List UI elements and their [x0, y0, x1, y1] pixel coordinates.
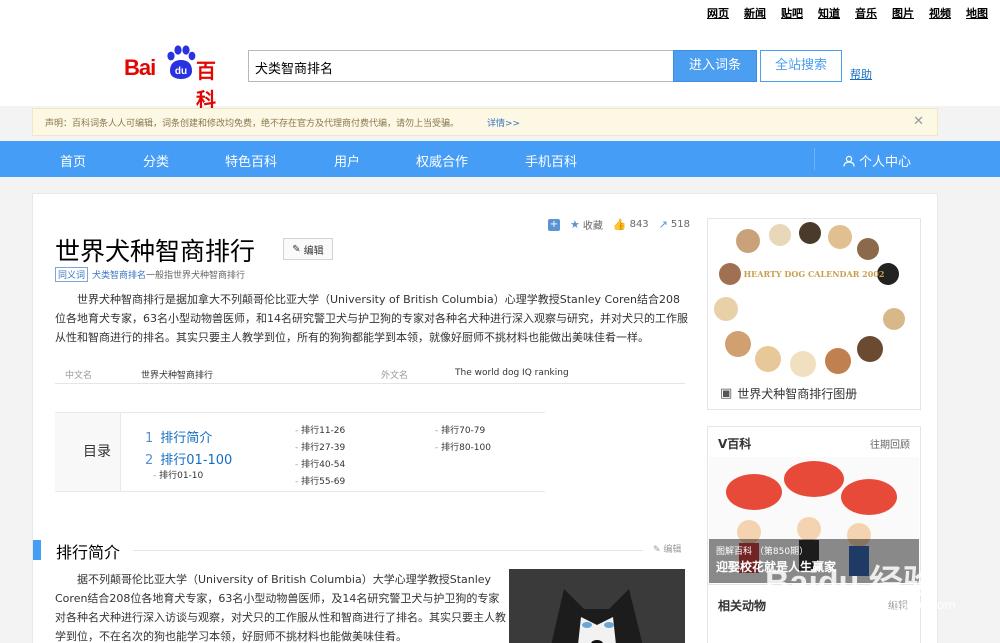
- top-link-tieba[interactable]: 贴吧: [781, 5, 803, 21]
- collect-label: 收藏: [582, 221, 603, 232]
- top-link-zhidao[interactable]: 知道: [818, 5, 840, 21]
- nav-category[interactable]: 分类: [143, 151, 169, 170]
- close-icon[interactable]: ✕: [913, 114, 924, 129]
- toc-item-number: 1: [145, 431, 154, 446]
- help-link[interactable]: 帮助: [850, 66, 872, 82]
- section-title: 排行简介: [56, 543, 121, 562]
- notice-more-link[interactable]: 详情>>: [487, 116, 520, 129]
- past-issues-link[interactable]: 往期回顾: [870, 436, 910, 451]
- synonym-rest: 一般指世界犬种智商排行: [146, 271, 246, 281]
- nav-authority[interactable]: 权威合作: [416, 151, 468, 170]
- share-icon: ↗: [658, 218, 668, 231]
- related-animals-title: 相关动物: [718, 599, 767, 613]
- entry-actions: + ★ 收藏 👍 843 ↗ 518: [548, 217, 690, 232]
- thumbs-up-icon: 👍: [612, 218, 627, 231]
- watermark-url: jingyan.baidu.com: [845, 598, 956, 612]
- toc-subitem[interactable]: 排行01-10: [153, 468, 203, 481]
- toc-item-number: 2: [145, 453, 154, 468]
- section-edit-label: 编辑: [663, 545, 682, 555]
- top-link-news[interactable]: 新闻: [744, 5, 766, 21]
- toc-title: 目录: [83, 444, 111, 460]
- logo-baike: 百科: [196, 59, 216, 112]
- section-edit-button[interactable]: ✎ 编辑: [653, 542, 681, 555]
- logo-bai: Bai: [124, 55, 156, 80]
- v-baike-title: V百科: [718, 437, 752, 451]
- baidu-baike-logo[interactable]: Bai du 百科: [124, 42, 234, 112]
- top-link-map[interactable]: 地图: [966, 5, 988, 21]
- nav-divider: [814, 148, 815, 170]
- search-input[interactable]: 犬类智商排名: [248, 50, 674, 82]
- synonym-line: 同义词 犬类智商排名 一般指世界犬种智商排行: [55, 267, 245, 282]
- nav-user-center[interactable]: 个人中心: [843, 151, 911, 170]
- toc-subitem[interactable]: 排行80-100: [435, 440, 491, 453]
- toc-subitem[interactable]: 排行11-26: [295, 423, 345, 436]
- main-nav: 首页 分类 特色百科 用户 权威合作 手机百科 个人中心: [0, 141, 1000, 177]
- top-link-web[interactable]: 网页: [707, 5, 729, 21]
- top-links: 网页 新闻 贴吧 知道 音乐 图片 视频 地图: [707, 5, 988, 21]
- top-bar: 网页 新闻 贴吧 知道 音乐 图片 视频 地图: [0, 0, 1000, 24]
- user-center-label: 个人中心: [859, 155, 912, 170]
- pencil-icon: ✎: [292, 243, 301, 255]
- toc-subitem[interactable]: 排行70-79: [435, 423, 485, 436]
- nav-users[interactable]: 用户: [334, 151, 360, 170]
- collect-button[interactable]: ★ 收藏: [570, 217, 603, 232]
- notice-text: 声明：百科词条人人可编辑，词条创建和修改均免费，绝不存在官方及代理商付费代编，请…: [45, 119, 460, 129]
- basic-info: 中文名 世界犬种智商排行 外文名 The world dog IQ rankin…: [55, 362, 685, 384]
- toc-header: 目录: [55, 413, 121, 491]
- page-title: 世界犬种智商排行: [55, 237, 256, 266]
- like-count: 843: [629, 219, 649, 230]
- toc-subitem[interactable]: 排行27-39: [295, 440, 345, 453]
- toc-subitem[interactable]: 排行40-54: [295, 457, 345, 470]
- table-of-contents: 目录 1 排行简介 2 排行01-100 排行01-10 排行11-26 排行27-…: [55, 412, 545, 492]
- husky-photo: [509, 569, 685, 643]
- toc-item[interactable]: 1 排行简介: [145, 427, 212, 446]
- star-icon: ★: [570, 218, 580, 231]
- toc-item-label: 排行01-100: [160, 453, 233, 468]
- top-link-video[interactable]: 视频: [929, 5, 951, 21]
- add-icon[interactable]: +: [548, 218, 560, 231]
- top-link-images[interactable]: 图片: [892, 5, 914, 21]
- site-search-button[interactable]: 全站搜索: [760, 50, 842, 82]
- baidu-jingyan-watermark: Baidu 经验: [765, 564, 937, 602]
- nav-mobile[interactable]: 手机百科: [525, 151, 577, 170]
- top-link-music[interactable]: 音乐: [855, 5, 877, 21]
- v-baike-tag-label: 图解百科: [716, 547, 753, 557]
- user-icon: [843, 155, 855, 167]
- section-paragraph: 据不列颠哥伦比亚大学（University of British Columbi…: [55, 573, 506, 643]
- calendar-text: HEARTY DOG CALENDAR 2002: [744, 269, 885, 279]
- nav-featured[interactable]: 特色百科: [225, 151, 277, 170]
- paw-icon: du: [167, 45, 196, 79]
- section-divider: [133, 550, 643, 551]
- like-button[interactable]: 👍 843: [613, 218, 649, 231]
- info-value: 世界犬种智商排行: [141, 371, 214, 381]
- album-caption-label: 世界犬种智商排行图册: [737, 387, 858, 401]
- info-value: The world dog IQ ranking: [455, 368, 569, 378]
- synonym-link[interactable]: 犬类智商排名: [92, 268, 146, 281]
- section-header: 排行简介 ✎ 编辑: [33, 539, 693, 562]
- photo-album-card[interactable]: HEARTY DOG CALENDAR 2002 ▣ 世界犬种智商排行图册: [707, 218, 921, 410]
- edit-label: 编辑: [303, 245, 324, 257]
- toc-item[interactable]: 2 排行01-100: [145, 449, 232, 468]
- share-button[interactable]: ↗ 518: [659, 218, 690, 231]
- toc-item-label: 排行简介: [160, 431, 213, 446]
- album-caption: ▣ 世界犬种智商排行图册: [720, 385, 857, 402]
- header: Bai du 百科 犬类智商排名 进入词条 全站搜索 帮助: [0, 24, 1000, 112]
- info-key: 外文名: [381, 371, 409, 381]
- gallery-icon: ▣: [720, 386, 733, 401]
- notice-bar: 声明：百科词条人人可编辑，词条创建和修改均免费，绝不存在官方及代理商付费代编，请…: [32, 108, 938, 136]
- toc-subitem[interactable]: 排行55-69: [295, 474, 345, 487]
- enter-entry-button[interactable]: 进入词条: [673, 50, 757, 82]
- synonym-tag[interactable]: 同义词: [55, 267, 89, 282]
- edit-entry-button[interactable]: ✎ 编辑: [283, 238, 333, 260]
- share-count: 518: [670, 219, 690, 230]
- logo-du: du: [175, 66, 187, 77]
- husky-image[interactable]: [509, 569, 685, 643]
- summary-paragraph: 世界犬种智商排行是据加拿大不列颠哥伦比亚大学（University of Bri…: [55, 293, 688, 344]
- section-marker: [33, 540, 41, 560]
- nav-home[interactable]: 首页: [60, 151, 86, 170]
- dog-calendar-image: HEARTY DOG CALENDAR 2002: [708, 219, 920, 379]
- info-key: 中文名: [65, 371, 93, 381]
